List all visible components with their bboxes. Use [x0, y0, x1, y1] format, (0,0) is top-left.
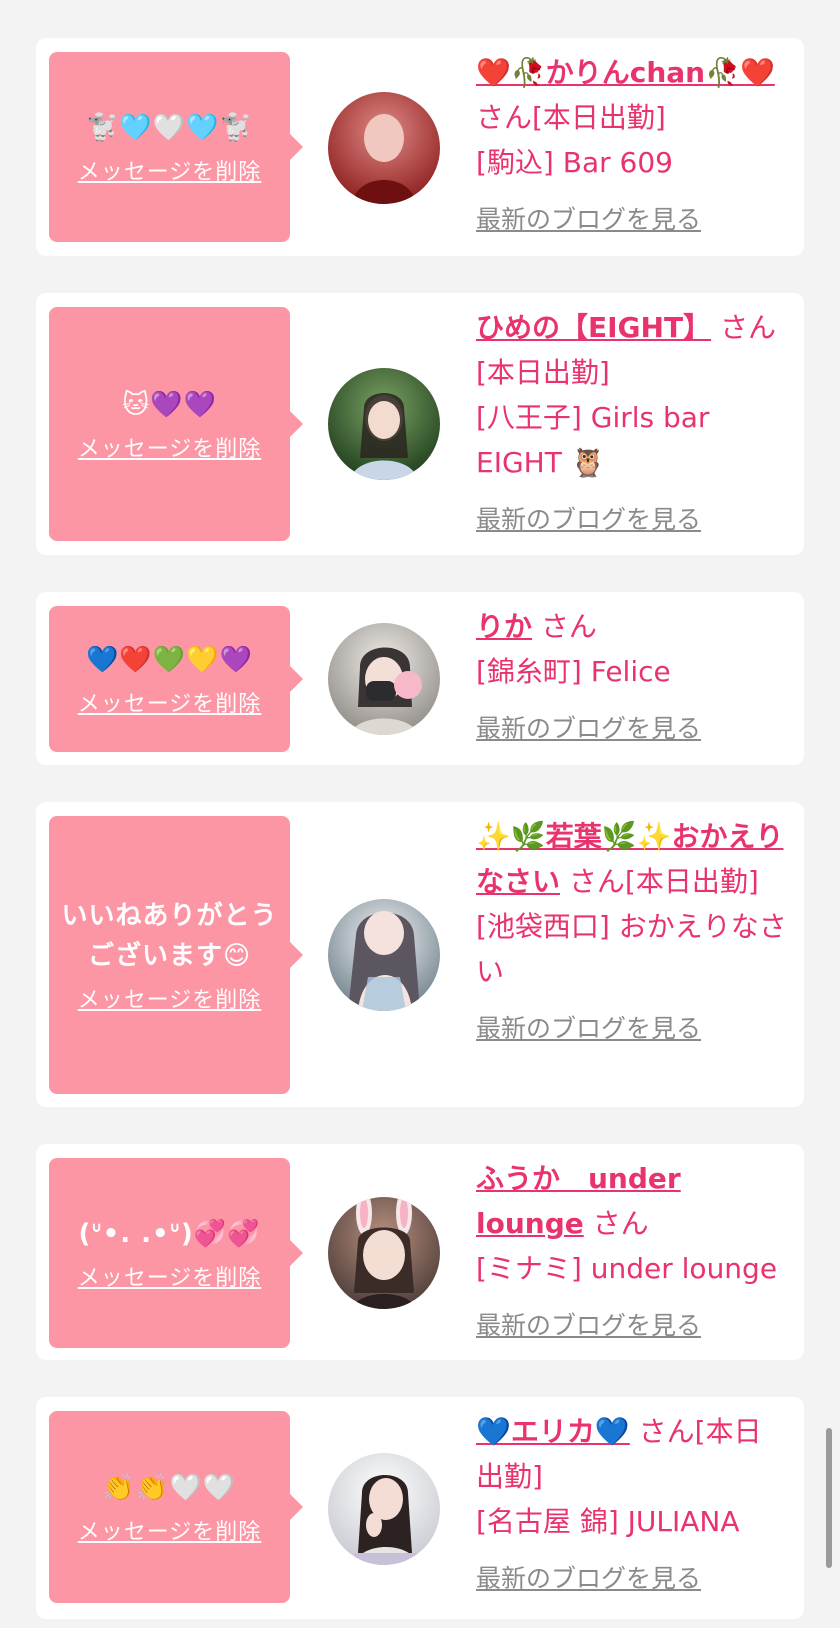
message-card: 👏👏🤍🤍 メッセージを削除 💙エリカ💙 さん[本日出勤] [名古屋 錦] JUL… [36, 1397, 804, 1619]
cast-info: ふうか under lounge さん [ミナミ] under lounge 最… [476, 1156, 788, 1348]
delete-message-link[interactable]: メッセージを削除 [78, 431, 262, 463]
scrollbar[interactable] [826, 1428, 832, 1568]
shop-label: [ミナミ] under lounge [476, 1252, 778, 1285]
cast-suffix: さん[本日出勤] [568, 865, 759, 898]
delete-message-link[interactable]: メッセージを削除 [78, 1260, 262, 1292]
message-text: 💙❤️💚💛💜 [86, 645, 253, 675]
shop-label: [八王子] Girls bar EIGHT 🦉 [476, 401, 710, 479]
message-card: 🐱💜💜 メッセージを削除 ひめの【EIGHT】 さん[本日出勤] [八王子] G… [36, 293, 804, 555]
shop-label: [名古屋 錦] JULIANA [476, 1505, 740, 1538]
blog-link[interactable]: 最新のブログを見る [476, 197, 788, 242]
message-bubble: 💙❤️💚💛💜 メッセージを削除 [49, 606, 303, 752]
cast-info: 💙エリカ💙 さん[本日出勤] [名古屋 錦] JULIANA 最新のブログを見る [476, 1409, 788, 1601]
avatar-image [328, 623, 440, 735]
cast-suffix: さん[本日出勤] [476, 101, 666, 134]
message-text: いいねありがとうございます😊 [61, 901, 278, 971]
avatar[interactable] [328, 1197, 440, 1309]
shop-label: [駒込] Bar 609 [476, 146, 673, 179]
avatar[interactable] [328, 368, 440, 480]
message-text: 🐱💜💜 [122, 390, 217, 420]
message-card: 🐩🩵🤍🩵🐩 メッセージを削除 ❤️🥀かりんchan🥀❤️ さん[本日出勤] [駒… [36, 38, 804, 256]
cast-suffix: さん [540, 610, 597, 643]
message-card: (ᐡ•. .•ᐡ)💞💞 メッセージを削除 ふうか under lounge さん… [36, 1144, 804, 1360]
cast-name-link[interactable]: 💙エリカ💙 [476, 1415, 630, 1448]
cast-name-link[interactable]: ひめの【EIGHT】 [476, 311, 711, 344]
message-card: いいねありがとうございます😊 メッセージを削除 ✨🌿若葉🌿✨おかえりなさい さん… [36, 802, 804, 1107]
message-bubble: 🐱💜💜 メッセージを削除 [49, 307, 303, 541]
avatar[interactable] [328, 899, 440, 1011]
cast-name-link[interactable]: ❤️🥀かりんchan🥀❤️ [476, 56, 775, 89]
cast-info: ✨🌿若葉🌿✨おかえりなさい さん[本日出勤] [池袋西口] おかえりなさい 最新… [476, 814, 788, 1051]
avatar-image [328, 368, 440, 480]
cast-suffix: さん [592, 1207, 649, 1240]
shop-label: [池袋西口] おかえりなさい [476, 910, 787, 988]
message-bubble: 👏👏🤍🤍 メッセージを削除 [49, 1411, 303, 1603]
message-text: (ᐡ•. .•ᐡ)💞💞 [78, 1219, 261, 1249]
avatar-image [328, 1453, 440, 1565]
cast-info: ひめの【EIGHT】 さん[本日出勤] [八王子] Girls bar EIGH… [476, 305, 788, 542]
message-bubble: 🐩🩵🤍🩵🐩 メッセージを削除 [49, 52, 303, 242]
delete-message-link[interactable]: メッセージを削除 [78, 686, 262, 718]
avatar-image [328, 1197, 440, 1309]
cast-name-link[interactable]: りか [476, 610, 532, 643]
delete-message-link[interactable]: メッセージを削除 [78, 154, 262, 186]
message-text: 👏👏🤍🤍 [102, 1473, 237, 1503]
blog-link[interactable]: 最新のブログを見る [476, 1303, 788, 1348]
avatar-image [328, 92, 440, 204]
message-bubble: (ᐡ•. .•ᐡ)💞💞 メッセージを削除 [49, 1158, 303, 1348]
avatar[interactable] [328, 1453, 440, 1565]
message-text: 🐩🩵🤍🩵🐩 [86, 113, 253, 143]
message-card: 💙❤️💚💛💜 メッセージを削除 りか さん [錦糸町] Felice 最新のブロ… [36, 592, 804, 765]
blog-link[interactable]: 最新のブログを見る [476, 497, 788, 542]
avatar[interactable] [328, 92, 440, 204]
cast-info: りか さん [錦糸町] Felice 最新のブログを見る [476, 604, 788, 751]
cast-info: ❤️🥀かりんchan🥀❤️ さん[本日出勤] [駒込] Bar 609 最新のブ… [476, 50, 788, 242]
delete-message-link[interactable]: メッセージを削除 [78, 1514, 262, 1546]
blog-link[interactable]: 最新のブログを見る [476, 1006, 788, 1051]
avatar-image [328, 899, 440, 1011]
blog-link[interactable]: 最新のブログを見る [476, 1556, 788, 1601]
cast-name-link[interactable]: ふうか under lounge [476, 1162, 681, 1240]
shop-label: [錦糸町] Felice [476, 655, 671, 688]
message-bubble: いいねありがとうございます😊 メッセージを削除 [49, 816, 303, 1094]
avatar[interactable] [328, 623, 440, 735]
delete-message-link[interactable]: メッセージを削除 [78, 982, 262, 1014]
blog-link[interactable]: 最新のブログを見る [476, 706, 788, 751]
